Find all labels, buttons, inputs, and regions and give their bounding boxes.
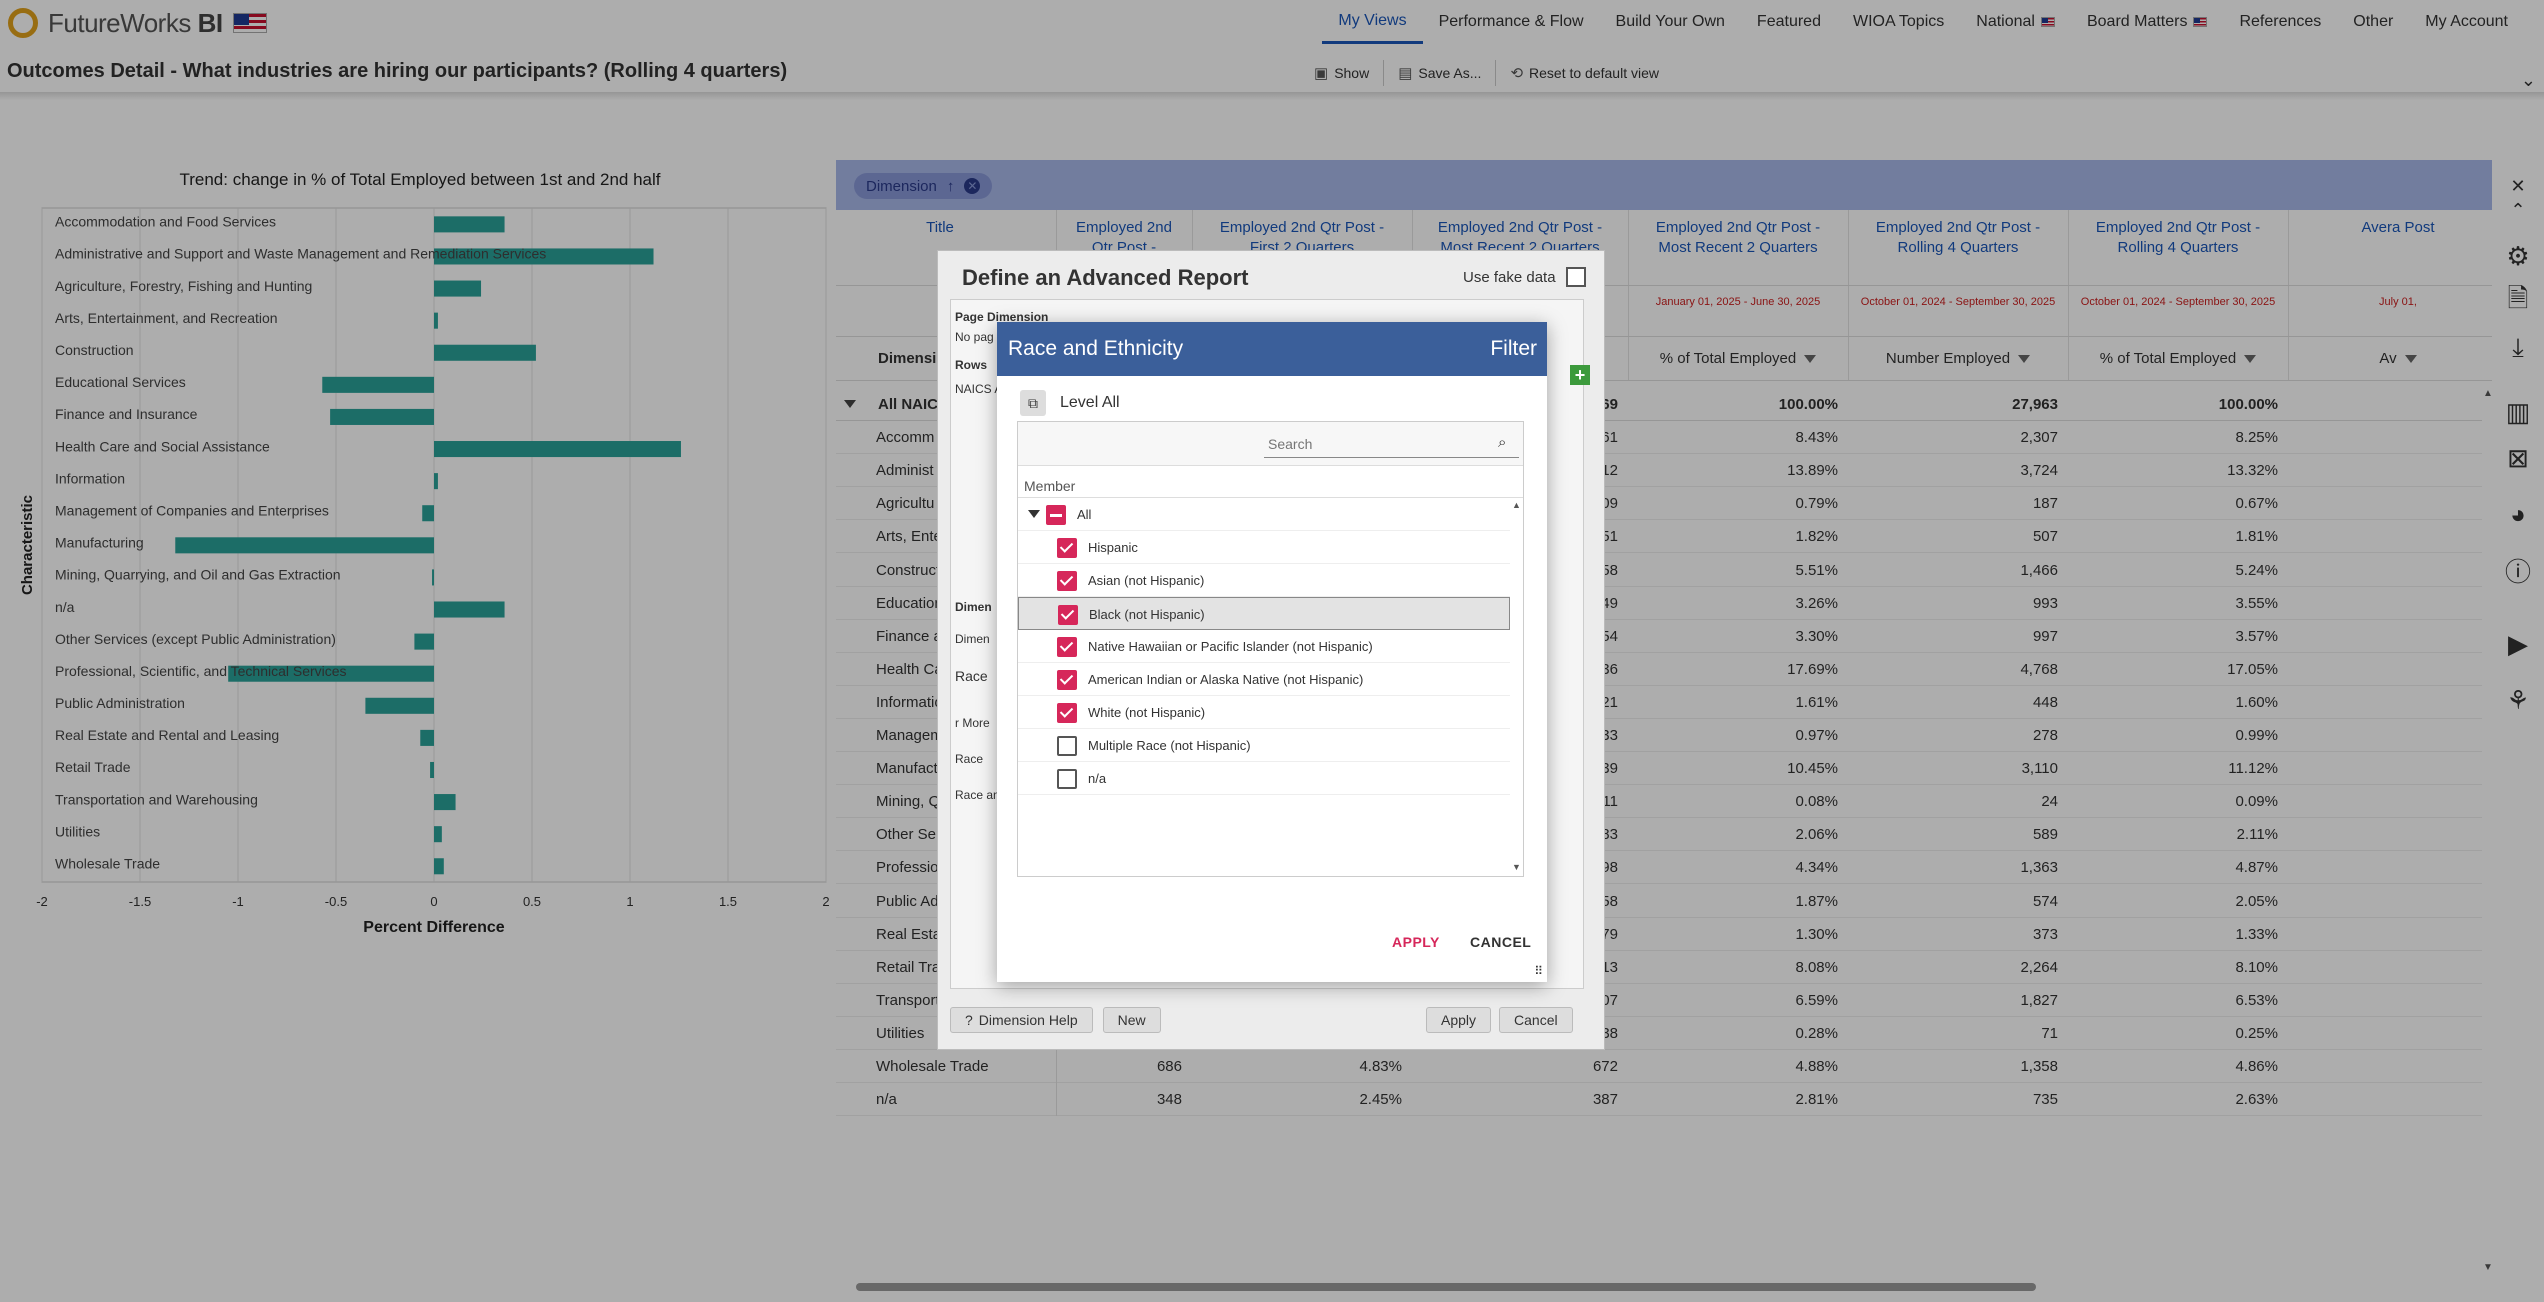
advanced-footer-left: ? Dimension Help New xyxy=(950,1007,1161,1033)
filter-apply-button[interactable]: APPLY xyxy=(1392,934,1440,950)
member-label: Asian (not Hispanic) xyxy=(1088,573,1205,588)
tree-row-member[interactable]: Multiple Race (not Hispanic) xyxy=(1018,729,1510,762)
race-label: Race xyxy=(955,668,988,684)
tree-row-member[interactable]: American Indian or Alaska Native (not Hi… xyxy=(1018,663,1510,696)
dimension-label-2: Dimen xyxy=(955,632,990,646)
advanced-cancel-button[interactable]: Cancel xyxy=(1499,1007,1573,1033)
expand-caret-icon[interactable] xyxy=(1028,510,1040,518)
dimension-label: Dimen xyxy=(955,600,992,614)
race-label-2: Race xyxy=(955,752,984,766)
member-checkbox[interactable] xyxy=(1057,736,1077,756)
member-label: Black (not Hispanic) xyxy=(1089,607,1205,622)
filter-tag: Filter xyxy=(1490,337,1537,360)
filter-cancel-button[interactable]: CANCEL xyxy=(1470,934,1531,950)
advanced-footer-right: Apply Cancel xyxy=(1426,1007,1573,1033)
more-label: r More xyxy=(955,716,990,730)
member-label: n/a xyxy=(1088,771,1107,786)
member-checkbox[interactable] xyxy=(1057,538,1077,558)
member-label: Native Hawaiian or Pacific Islander (not… xyxy=(1088,639,1373,654)
member-checkbox[interactable] xyxy=(1057,769,1077,789)
level-label: Level All xyxy=(1060,394,1120,411)
no-page-label: No pag xyxy=(955,330,994,344)
tree-row-member[interactable]: Black (not Hispanic) xyxy=(1018,597,1510,630)
tree-row-member[interactable]: n/a xyxy=(1018,762,1510,795)
dimension-help-button[interactable]: ? Dimension Help xyxy=(950,1007,1093,1033)
naics-label: NAICS A xyxy=(955,382,1003,396)
add-dimension-icon[interactable]: + xyxy=(1570,365,1590,385)
search-row: ⌕ xyxy=(1018,422,1523,466)
member-search-input[interactable] xyxy=(1264,430,1519,458)
member-column-header: Member xyxy=(1018,466,1523,498)
member-checkbox[interactable] xyxy=(1057,703,1077,723)
new-button[interactable]: New xyxy=(1102,1007,1161,1033)
resize-grip-icon[interactable]: ⠿ xyxy=(1534,964,1543,978)
tree-row-member[interactable]: White (not Hispanic) xyxy=(1018,696,1510,729)
tree-label: All xyxy=(1077,507,1092,522)
member-checkbox[interactable] xyxy=(1057,571,1077,591)
member-checkbox[interactable] xyxy=(1057,670,1077,690)
help-icon: ? xyxy=(965,1012,973,1028)
advanced-report-title: Define an Advanced Report xyxy=(962,265,1249,290)
tree-row-all[interactable]: All xyxy=(1018,498,1510,531)
use-fake-data-option[interactable]: Use fake data xyxy=(1463,267,1586,287)
member-checkbox[interactable] xyxy=(1058,605,1078,625)
advanced-apply-button[interactable]: Apply xyxy=(1426,1007,1492,1033)
member-label: American Indian or Alaska Native (not Hi… xyxy=(1088,672,1364,687)
member-label: White (not Hispanic) xyxy=(1088,705,1206,720)
all-partial-checkbox[interactable] xyxy=(1046,505,1066,525)
member-list: ⌕ Member All Hispanic Asian (not Hispanic)… xyxy=(1017,421,1524,877)
tree-row-member[interactable]: Hispanic xyxy=(1018,531,1510,564)
level-select-icon[interactable]: ⧉ xyxy=(1020,390,1046,416)
member-list-scrollbar[interactable]: ▲ ▼ xyxy=(1512,500,1522,876)
member-label: Multiple Race (not Hispanic) xyxy=(1088,738,1251,753)
tree-row-member[interactable]: Asian (not Hispanic) xyxy=(1018,564,1510,597)
tree-row-member[interactable]: Native Hawaiian or Pacific Islander (not… xyxy=(1018,630,1510,663)
filter-title: Race and Ethnicity xyxy=(1008,337,1184,360)
filter-header: Race and Ethnicity Filter xyxy=(997,322,1547,376)
use-fake-data-checkbox[interactable] xyxy=(1565,267,1586,287)
rows-label: Rows xyxy=(955,358,988,372)
search-icon[interactable]: ⌕ xyxy=(1498,434,1506,451)
race-ethnicity-filter-dialog: Race and Ethnicity Filter ⧉ Level All ⌕ … xyxy=(997,322,1547,982)
member-label: Hispanic xyxy=(1088,540,1138,555)
member-checkbox[interactable] xyxy=(1057,637,1077,657)
race-label-3: Race an xyxy=(955,788,1000,802)
